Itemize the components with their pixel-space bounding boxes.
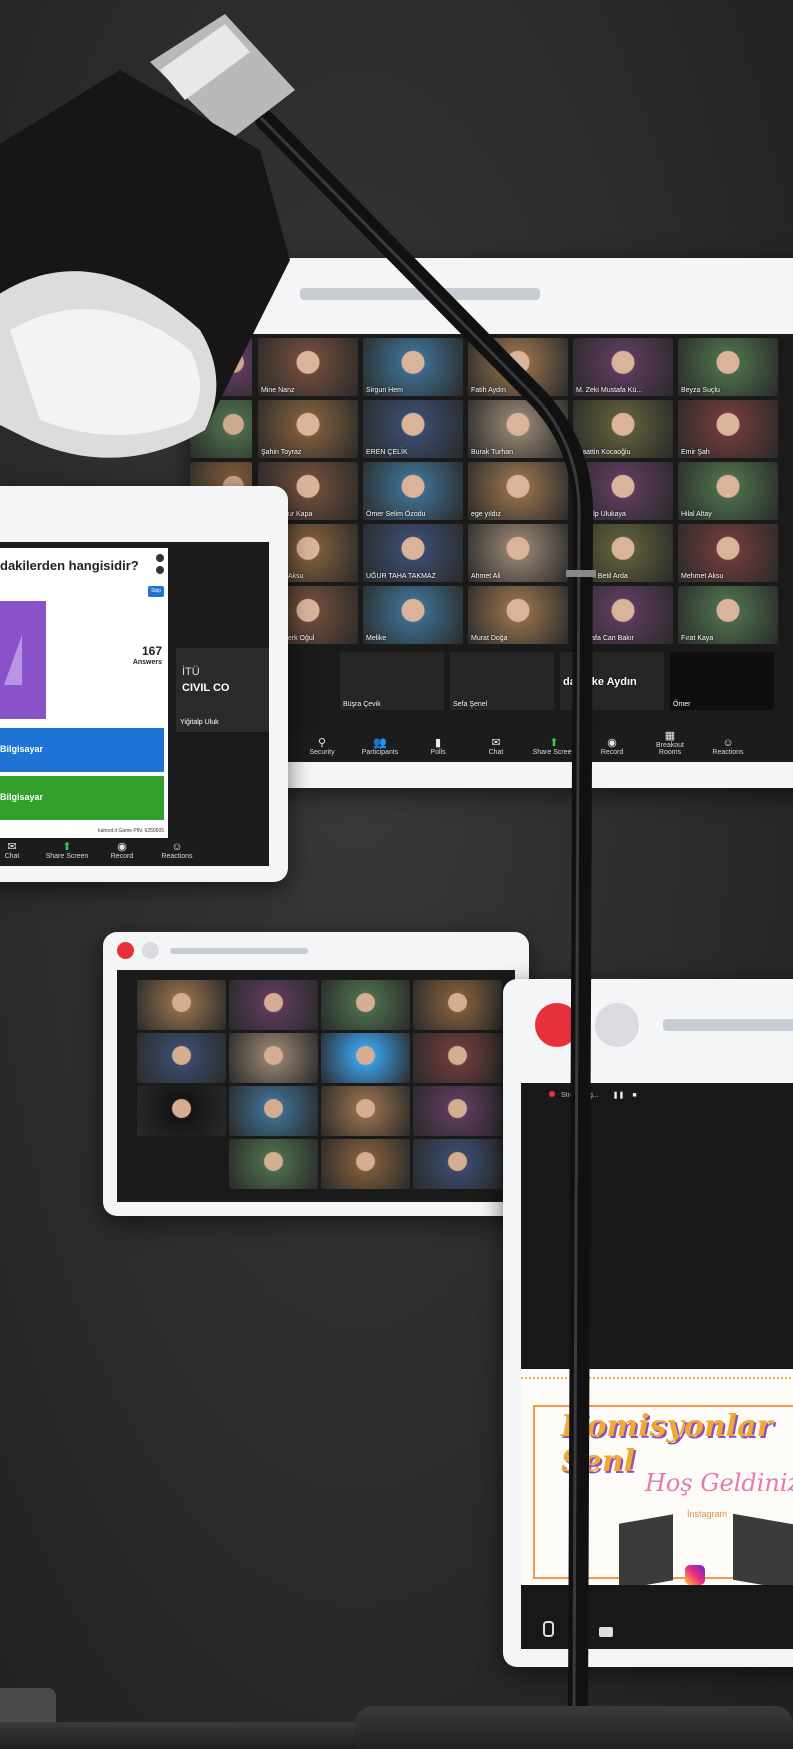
lamp-joint bbox=[566, 570, 596, 577]
lamp-arm bbox=[255, 110, 594, 1720]
lamp-base bbox=[355, 1706, 793, 1749]
desk-edge-left bbox=[0, 1688, 56, 1722]
desk-lamp bbox=[0, 14, 596, 1720]
